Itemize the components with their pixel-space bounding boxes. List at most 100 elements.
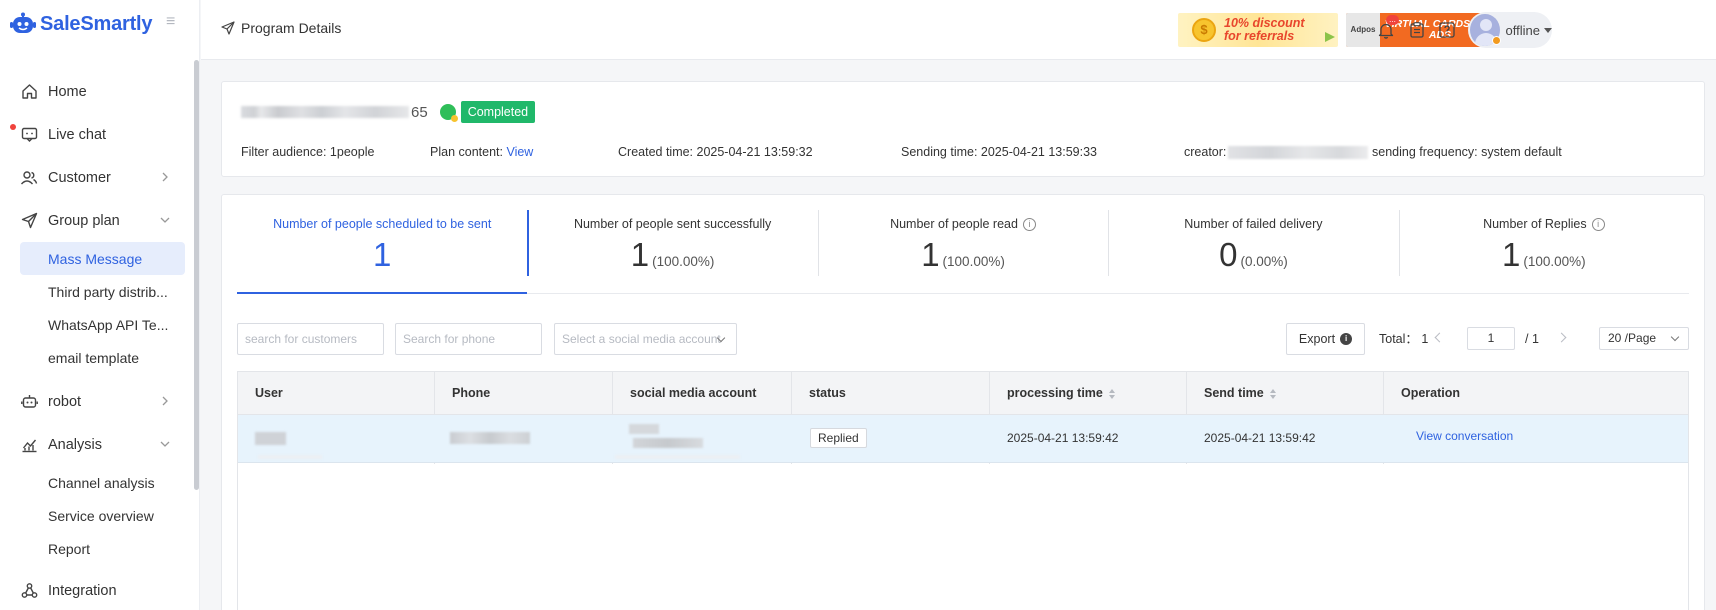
sidebar-item-third-party[interactable]: Third party distrib... — [20, 275, 185, 308]
user-menu[interactable]: offline — [1468, 12, 1552, 48]
social-account-select[interactable]: Select a social media account — [554, 323, 737, 355]
stat-value: 1 — [1502, 236, 1521, 273]
next-page-icon[interactable] — [1556, 332, 1567, 343]
sidebar-item-robot[interactable]: robot — [0, 380, 192, 423]
plan-content: Plan content: View — [430, 145, 533, 159]
sidebar-item-label: Analysis — [48, 436, 102, 453]
sidebar-nav: Home Live chat Customer Group plan Mass … — [0, 70, 192, 610]
sidebar-item-channel-analysis[interactable]: Channel analysis — [20, 466, 185, 499]
chat-icon — [20, 126, 38, 144]
sidebar-item-email-template[interactable]: email template — [20, 341, 185, 374]
sidebar: SaleSmartly ≡ Home Live chat Customer Gr… — [0, 0, 200, 610]
menu-collapse-icon[interactable]: ≡ — [166, 14, 182, 30]
stat-value: 1 — [373, 236, 392, 273]
stat-title: Number of people scheduled to be sent — [273, 217, 492, 231]
table-row[interactable]: Replied 2025-04-21 13:59:42 2025-04-21 1… — [238, 415, 1688, 463]
referral-promo-banner[interactable]: $ 10% discount for referrals — [1178, 13, 1338, 47]
send-time-cell: 2025-04-21 13:59:42 — [1204, 431, 1316, 445]
status-dot — [1492, 36, 1501, 45]
export-info-icon: i — [1340, 333, 1353, 345]
sidebar-item-whatsapp-api[interactable]: WhatsApp API Te... — [20, 308, 185, 341]
stat-read[interactable]: Number of people read i 1 (100.00%) — [817, 210, 1108, 293]
column-send-time[interactable]: Send time — [1187, 372, 1276, 415]
sidebar-item-mass-message[interactable]: Mass Message — [20, 242, 185, 275]
creator: creator: — [1184, 145, 1369, 160]
sidebar-item-label: Home — [48, 83, 87, 100]
robot-icon — [20, 393, 38, 411]
stat-sent-successfully[interactable]: Number of people sent successfully 1 (100… — [527, 210, 817, 293]
search-phone-input[interactable]: Search for phone — [395, 323, 542, 355]
view-conversation-link[interactable]: View conversation — [1399, 413, 1513, 460]
sidebar-item-customer[interactable]: Customer — [0, 156, 192, 199]
search-customers-input[interactable]: search for customers — [237, 323, 384, 355]
page-size-select[interactable]: 20 /Page — [1599, 327, 1689, 350]
status-badge: Completed — [460, 101, 536, 123]
redacted-phone — [450, 432, 530, 444]
stats-tabs: Number of people scheduled to be sent 1 … — [237, 210, 1689, 294]
plan-content-label: Plan content: — [430, 145, 503, 159]
redacted-creator — [1228, 146, 1369, 160]
processing-time-cell: 2025-04-21 13:59:42 — [1007, 431, 1119, 445]
export-label: Export — [1298, 332, 1336, 346]
sidebar-item-integration[interactable]: Integration — [0, 569, 192, 610]
caret-down-icon — [1544, 27, 1552, 33]
stat-percent: (100.00%) — [652, 254, 715, 269]
redacted-user — [255, 432, 286, 445]
robot-logo-icon — [10, 12, 36, 36]
sending-time: Sending time: 2025-04-21 13:59:33 — [901, 145, 1097, 159]
logo[interactable]: SaleSmartly — [10, 12, 153, 36]
sidebar-item-home[interactable]: Home — [0, 70, 192, 113]
notification-bell-icon[interactable]: ... — [1375, 15, 1399, 41]
customer-icon — [20, 169, 38, 187]
help-icon[interactable] — [1436, 19, 1458, 41]
stat-title: Number of people sent successfully — [573, 217, 772, 231]
coin-icon: $ — [1192, 18, 1216, 42]
unread-dot — [10, 124, 16, 130]
page-input[interactable]: 1 — [1467, 327, 1515, 350]
logo-text: SaleSmartly — [40, 12, 153, 35]
plan-summary-card: 65 Completed Filter audience: 1people Pl… — [221, 81, 1705, 177]
sidebar-scrollbar[interactable] — [194, 60, 199, 490]
stat-title: Number of Replies — [1483, 217, 1587, 231]
sidebar-item-live-chat[interactable]: Live chat — [0, 113, 192, 156]
stat-replies[interactable]: Number of Replies i 1 (100.00%) — [1398, 210, 1689, 293]
stat-percent: (0.00%) — [1240, 254, 1288, 269]
stat-failed[interactable]: Number of failed delivery 0 (0.00%) — [1108, 210, 1398, 293]
info-icon[interactable]: i — [1591, 217, 1605, 231]
sidebar-item-label: Integration — [48, 582, 117, 599]
column-phone: Phone — [452, 386, 491, 400]
sidebar-item-label: Customer — [48, 169, 111, 186]
breadcrumb: Program Details — [221, 20, 341, 36]
stat-value: 1 — [921, 236, 940, 273]
stat-percent: (100.00%) — [942, 254, 1005, 269]
export-button[interactable]: Export i — [1286, 323, 1365, 355]
filter-audience: Filter audience: 1people — [241, 145, 375, 159]
sidebar-item-service-overview[interactable]: Service overview — [20, 499, 185, 532]
sort-icon[interactable] — [1108, 388, 1115, 399]
stat-title: Number of failed delivery — [1184, 217, 1323, 231]
column-processing-time[interactable]: processing time — [990, 372, 1115, 415]
user-status: offline — [1505, 22, 1540, 38]
recipients-card: Number of people scheduled to be sent 1 … — [221, 194, 1705, 610]
column-social-account: social media account — [630, 386, 757, 400]
column-status: status — [809, 386, 846, 400]
arrow-decoration-icon — [1325, 32, 1335, 42]
plan-content-view-link[interactable]: View — [506, 145, 533, 159]
sidebar-item-group-plan[interactable]: Group plan — [0, 199, 192, 242]
prev-page-icon[interactable] — [1434, 332, 1445, 343]
notification-badge: ... — [1386, 15, 1399, 25]
sidebar-item-analysis[interactable]: Analysis — [0, 423, 192, 466]
info-icon[interactable]: i — [1022, 217, 1036, 231]
sidebar-item-label: Live chat — [48, 126, 107, 143]
stat-scheduled[interactable]: Number of people scheduled to be sent 1 — [237, 210, 528, 294]
analysis-icon — [20, 436, 38, 454]
sidebar-item-label: Group plan — [48, 212, 120, 229]
page-total: / 1 — [1525, 332, 1539, 346]
clipboard-icon[interactable] — [1406, 19, 1428, 41]
sort-icon[interactable] — [1269, 388, 1276, 399]
stat-title: Number of people read — [890, 217, 1018, 231]
chevron-down-icon — [158, 213, 172, 227]
stat-value: 0 — [1219, 236, 1238, 273]
sidebar-item-report[interactable]: Report — [20, 532, 185, 565]
recipients-table: User Phone social media account status p… — [237, 371, 1689, 610]
